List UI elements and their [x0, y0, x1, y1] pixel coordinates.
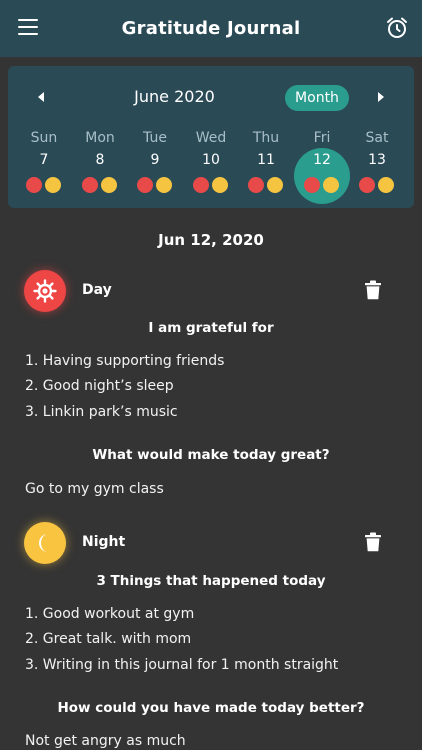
day-number: 12 — [313, 152, 331, 168]
day-number: 11 — [257, 152, 275, 168]
day-tue[interactable]: Tue 9 — [127, 126, 183, 208]
night-badge — [24, 522, 66, 564]
trash-icon[interactable] — [364, 532, 382, 552]
day-q1-title: I am grateful for — [148, 320, 274, 336]
day-name: Fri — [313, 130, 331, 146]
day-name: Mon — [85, 130, 115, 146]
moon-icon — [323, 177, 339, 193]
night-q2-answer: Not get angry as much — [25, 733, 186, 749]
moon-icon — [101, 177, 117, 193]
week-calendar: June 2020 Month Sun 7 Mon 8 Tue 9 Wed 10… — [8, 66, 414, 208]
day-name: Wed — [195, 130, 227, 146]
night-q1-title: 3 Things that happened today — [96, 573, 326, 589]
day-number: 7 — [39, 152, 49, 168]
day-entry-header: Day — [0, 270, 422, 320]
month-view-toggle[interactable]: Month — [285, 85, 349, 111]
list-item: 1. Having supporting friends — [25, 353, 225, 369]
day-sun[interactable]: Sun 7 — [16, 126, 72, 208]
sun-icon — [82, 177, 98, 193]
day-badge — [24, 270, 66, 312]
day-number: 10 — [202, 152, 220, 168]
day-number: 8 — [95, 152, 105, 168]
app-title: Gratitude Journal — [121, 18, 301, 39]
day-number: 9 — [150, 152, 160, 168]
day-q2-answer: Go to my gym class — [25, 481, 164, 497]
day-name: Tue — [143, 130, 167, 146]
moon-icon — [267, 177, 283, 193]
day-fri-selected[interactable]: Fri 12 — [294, 126, 350, 208]
day-mon[interactable]: Mon 8 — [72, 126, 128, 208]
sun-icon — [304, 177, 320, 193]
alarm-clock-icon[interactable] — [385, 16, 409, 40]
calendar-header: June 2020 Month — [8, 66, 414, 128]
day-name: Thu — [252, 130, 280, 146]
list-item: 1. Good workout at gym — [25, 606, 195, 622]
moon-icon — [212, 177, 228, 193]
sun-icon — [137, 177, 153, 193]
sun-icon — [26, 177, 42, 193]
list-item: 2. Great talk. with mom — [25, 631, 192, 647]
day-number: 13 — [368, 152, 386, 168]
day-sat[interactable]: Sat 13 — [349, 126, 405, 208]
moon-icon — [38, 534, 48, 552]
night-q2-title: How could you have made today better? — [57, 700, 365, 716]
day-q2-title: What would make today great? — [92, 447, 330, 463]
trash-icon[interactable] — [364, 280, 382, 300]
day-name: Sun — [30, 130, 58, 146]
week-days: Sun 7 Mon 8 Tue 9 Wed 10 Thu 11 Fri 12 S… — [8, 126, 414, 208]
sun-icon — [193, 177, 209, 193]
menu-icon[interactable] — [18, 19, 38, 37]
moon-icon — [378, 177, 394, 193]
day-wed[interactable]: Wed 10 — [183, 126, 239, 208]
night-entry-title: Night — [82, 534, 126, 550]
moon-icon — [156, 177, 172, 193]
chevron-right-icon[interactable] — [374, 90, 388, 104]
app-bar: Gratitude Journal — [0, 0, 422, 57]
sun-icon — [33, 279, 57, 303]
list-item: 3. Writing in this journal for 1 month s… — [25, 657, 339, 673]
list-item: 3. Linkin park’s music — [25, 404, 178, 420]
selected-date-heading: Jun 12, 2020 — [158, 231, 264, 249]
sun-icon — [359, 177, 375, 193]
day-thu[interactable]: Thu 11 — [238, 126, 294, 208]
night-entry-header: Night — [0, 522, 422, 572]
moon-icon — [45, 177, 61, 193]
list-item: 2. Good night’s sleep — [25, 378, 174, 394]
sun-icon — [248, 177, 264, 193]
day-entry-title: Day — [82, 282, 112, 298]
day-name: Sat — [365, 130, 389, 146]
